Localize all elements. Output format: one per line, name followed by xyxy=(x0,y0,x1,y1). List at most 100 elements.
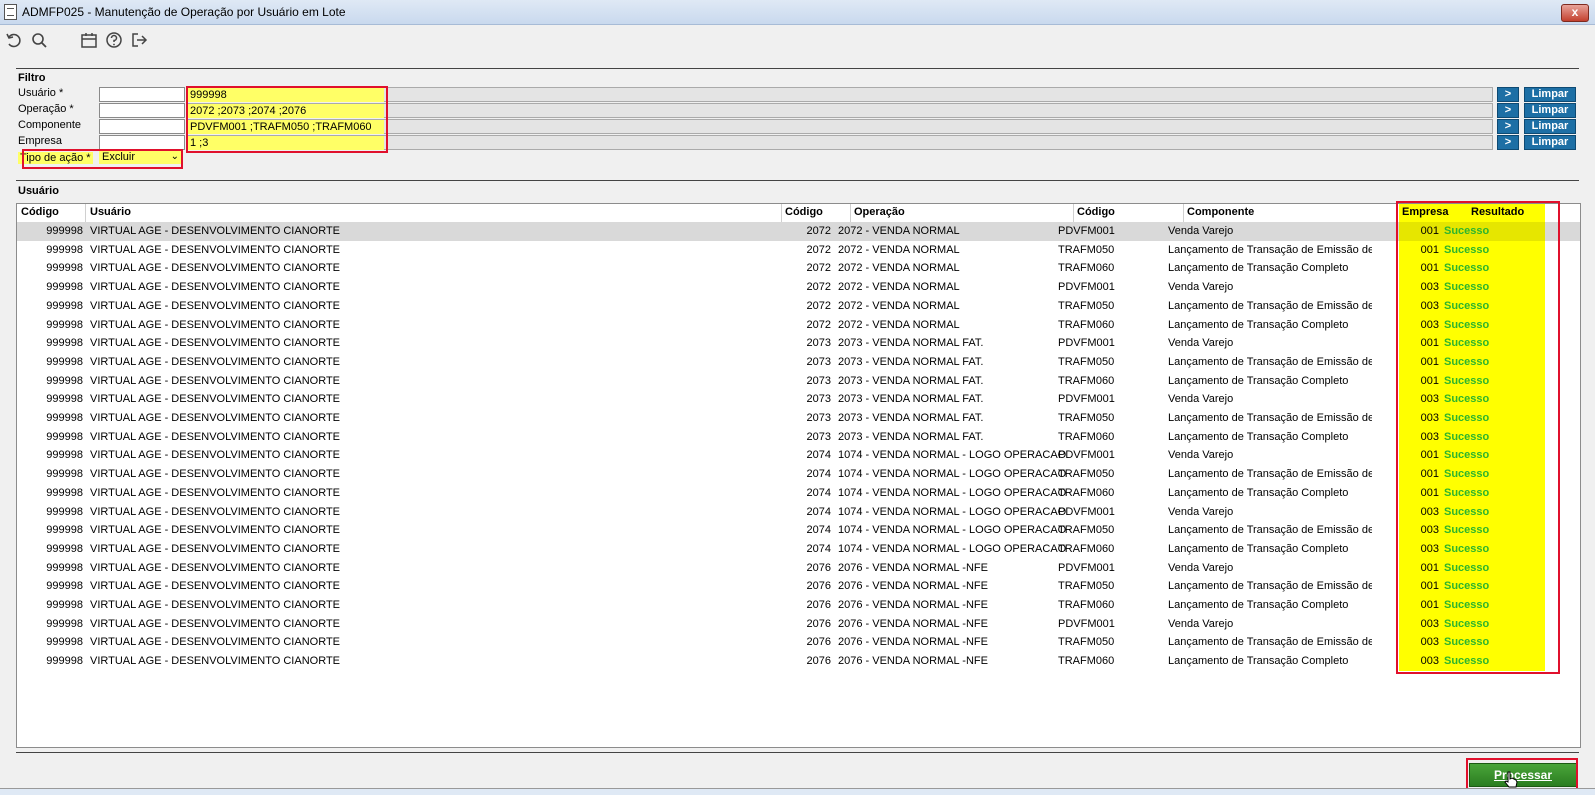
undo-icon[interactable] xyxy=(5,31,23,49)
toolbar xyxy=(0,25,1595,55)
usuario-code-input[interactable] xyxy=(99,87,185,102)
empresa-code-input[interactable] xyxy=(99,135,185,150)
cell-operacao: 2073 - VENDA NORMAL FAT. xyxy=(838,412,984,424)
table-row[interactable]: 999998 VIRTUAL AGE - DESENVOLVIMENTO CIAN… xyxy=(17,652,1580,671)
table-row[interactable]: 999998 VIRTUAL AGE - DESENVOLVIMENTO CIAN… xyxy=(17,577,1580,596)
operacao-label: Operação * xyxy=(18,103,74,115)
operacao-code-input[interactable] xyxy=(99,103,185,118)
cell-operacao: 2072 - VENDA NORMAL xyxy=(838,243,960,256)
empresa-limpar-button[interactable]: Limpar xyxy=(1524,135,1576,150)
usuario-label: Usuário * xyxy=(18,87,64,99)
componente-lookup-button[interactable]: > xyxy=(1497,119,1519,134)
search-icon[interactable] xyxy=(30,31,48,49)
cell-codigo-componente: TRAFM060 xyxy=(1058,430,1115,443)
col-header-codigo-operacao[interactable]: Código xyxy=(785,204,823,222)
cell-operacao: 1074 - VENDA NORMAL - LOGO OPERACAO xyxy=(838,449,1067,462)
cell-codigo-usuario: 999998 xyxy=(46,262,83,275)
table-row[interactable]: 999998 VIRTUAL AGE - DESENVOLVIMENTO CIAN… xyxy=(17,596,1580,615)
cell-componente: Venda Varejo xyxy=(1168,617,1234,630)
table-row[interactable]: 999998 VIRTUAL AGE - DESENVOLVIMENTO CIAN… xyxy=(17,259,1580,278)
divider xyxy=(16,752,1579,753)
cell-usuario: VIRTUAL AGE - DESENVOLVIMENTO CIANORTE xyxy=(90,374,341,387)
col-header-usuario[interactable]: Usuário xyxy=(90,204,131,222)
document-icon xyxy=(4,4,17,20)
usuario-lookup-button[interactable]: > xyxy=(1497,87,1519,102)
cell-codigo-operacao: 2073 xyxy=(806,430,831,443)
table-row[interactable]: 999998 VIRTUAL AGE - DESENVOLVIMENTO CIAN… xyxy=(17,316,1580,335)
cell-codigo-componente: PDVFM001 xyxy=(1058,337,1115,350)
cell-codigo-usuario: 999998 xyxy=(46,355,83,368)
table-row[interactable]: 999998 VIRTUAL AGE - DESENVOLVIMENTO CIAN… xyxy=(17,390,1580,409)
col-header-operacao[interactable]: Operação xyxy=(854,204,905,222)
cell-codigo-usuario: 999998 xyxy=(46,337,83,350)
table-row[interactable]: 999998 VIRTUAL AGE - DESENVOLVIMENTO CIAN… xyxy=(17,559,1580,578)
componente-limpar-button[interactable]: Limpar xyxy=(1524,119,1576,134)
cell-codigo-operacao: 2074 xyxy=(806,449,831,462)
table-row[interactable]: 999998 VIRTUAL AGE - DESENVOLVIMENTO CIAN… xyxy=(17,241,1580,260)
cell-codigo-componente: PDVFM001 xyxy=(1058,225,1115,237)
table-row[interactable]: 999998 VIRTUAL AGE - DESENVOLVIMENTO CIAN… xyxy=(17,465,1580,484)
table-row[interactable]: 999998 VIRTUAL AGE - DESENVOLVIMENTO CIAN… xyxy=(17,222,1580,241)
table-row[interactable]: 999998 VIRTUAL AGE - DESENVOLVIMENTO CIAN… xyxy=(17,615,1580,634)
cell-usuario: VIRTUAL AGE - DESENVOLVIMENTO CIANORTE xyxy=(90,561,341,574)
cell-codigo-componente: TRAFM050 xyxy=(1058,243,1115,256)
table-row[interactable]: 999998 VIRTUAL AGE - DESENVOLVIMENTO CIAN… xyxy=(17,278,1580,297)
cell-usuario: VIRTUAL AGE - DESENVOLVIMENTO CIANORTE xyxy=(90,318,341,331)
cell-operacao: 2072 - VENDA NORMAL xyxy=(838,299,960,312)
cell-componente: Lançamento de Transação de Emissão de xyxy=(1168,580,1372,593)
cell-operacao: 2076 - VENDA NORMAL -NFE xyxy=(838,561,988,574)
cell-codigo-componente: PDVFM001 xyxy=(1058,281,1115,294)
cell-operacao: 2073 - VENDA NORMAL FAT. xyxy=(838,355,984,368)
table-row[interactable]: 999998 VIRTUAL AGE - DESENVOLVIMENTO CIAN… xyxy=(17,409,1580,428)
help-icon[interactable] xyxy=(105,31,123,49)
cell-usuario: VIRTUAL AGE - DESENVOLVIMENTO CIANORTE xyxy=(90,299,341,312)
cell-usuario: VIRTUAL AGE - DESENVOLVIMENTO CIANORTE xyxy=(90,468,341,481)
table-row[interactable]: 999998 VIRTUAL AGE - DESENVOLVIMENTO CIAN… xyxy=(17,353,1580,372)
calendar-icon[interactable] xyxy=(80,31,98,49)
cell-operacao: 1074 - VENDA NORMAL - LOGO OPERACAO xyxy=(838,486,1067,499)
cell-codigo-usuario: 999998 xyxy=(46,430,83,443)
cell-codigo-usuario: 999998 xyxy=(46,561,83,574)
table-row[interactable]: 999998 VIRTUAL AGE - DESENVOLVIMENTO CIAN… xyxy=(17,484,1580,503)
col-header-codigo-componente[interactable]: Código xyxy=(1077,204,1115,222)
window-title: ADMFP025 - Manutenção de Operação por Us… xyxy=(22,5,346,19)
table-row[interactable]: 999998 VIRTUAL AGE - DESENVOLVIMENTO CIAN… xyxy=(17,334,1580,353)
cell-operacao: 1074 - VENDA NORMAL - LOGO OPERACAO xyxy=(838,524,1067,537)
empresa-lookup-button[interactable]: > xyxy=(1497,135,1519,150)
table-row[interactable]: 999998 VIRTUAL AGE - DESENVOLVIMENTO CIAN… xyxy=(17,297,1580,316)
results-grid[interactable]: Código Usuário Código Operação Código Co… xyxy=(16,203,1581,748)
cell-componente: Lançamento de Transação de Emissão de xyxy=(1168,468,1372,481)
operacao-lookup-button[interactable]: > xyxy=(1497,103,1519,118)
title-bar: ADMFP025 - Manutenção de Operação por Us… xyxy=(0,0,1595,25)
table-row[interactable]: 999998 VIRTUAL AGE - DESENVOLVIMENTO CIAN… xyxy=(17,633,1580,652)
operacao-limpar-button[interactable]: Limpar xyxy=(1524,103,1576,118)
close-button[interactable]: x xyxy=(1561,4,1589,22)
table-row[interactable]: 999998 VIRTUAL AGE - DESENVOLVIMENTO CIAN… xyxy=(17,540,1580,559)
cell-codigo-componente: TRAFM050 xyxy=(1058,580,1115,593)
cell-codigo-operacao: 2076 xyxy=(806,617,831,630)
cell-usuario: VIRTUAL AGE - DESENVOLVIMENTO CIANORTE xyxy=(90,430,341,443)
cell-codigo-componente: TRAFM050 xyxy=(1058,524,1115,537)
cell-operacao: 2076 - VENDA NORMAL -NFE xyxy=(838,580,988,593)
cell-codigo-usuario: 999998 xyxy=(46,243,83,256)
componente-code-input[interactable] xyxy=(99,119,185,134)
table-row[interactable]: 999998 VIRTUAL AGE - DESENVOLVIMENTO CIAN… xyxy=(17,372,1580,391)
table-row[interactable]: 999998 VIRTUAL AGE - DESENVOLVIMENTO CIAN… xyxy=(17,446,1580,465)
exit-icon[interactable] xyxy=(130,31,148,49)
cell-codigo-operacao: 2076 xyxy=(806,580,831,593)
cell-codigo-operacao: 2072 xyxy=(806,318,831,331)
table-row[interactable]: 999998 VIRTUAL AGE - DESENVOLVIMENTO CIAN… xyxy=(17,503,1580,522)
divider xyxy=(16,68,1579,69)
col-header-componente[interactable]: Componente xyxy=(1187,204,1254,222)
table-row[interactable]: 999998 VIRTUAL AGE - DESENVOLVIMENTO CIAN… xyxy=(17,521,1580,540)
annotation-highlight-results xyxy=(1396,201,1560,674)
usuario-limpar-button[interactable]: Limpar xyxy=(1524,87,1576,102)
cell-operacao: 2073 - VENDA NORMAL FAT. xyxy=(838,393,984,406)
cell-codigo-usuario: 999998 xyxy=(46,599,83,611)
cell-codigo-usuario: 999998 xyxy=(46,505,83,518)
cell-codigo-operacao: 2076 xyxy=(806,599,831,611)
cell-codigo-usuario: 999998 xyxy=(46,281,83,294)
table-row[interactable]: 999998 VIRTUAL AGE - DESENVOLVIMENTO CIAN… xyxy=(17,428,1580,447)
cell-codigo-componente: TRAFM060 xyxy=(1058,542,1115,555)
col-header-codigo-usuario[interactable]: Código xyxy=(21,204,59,222)
